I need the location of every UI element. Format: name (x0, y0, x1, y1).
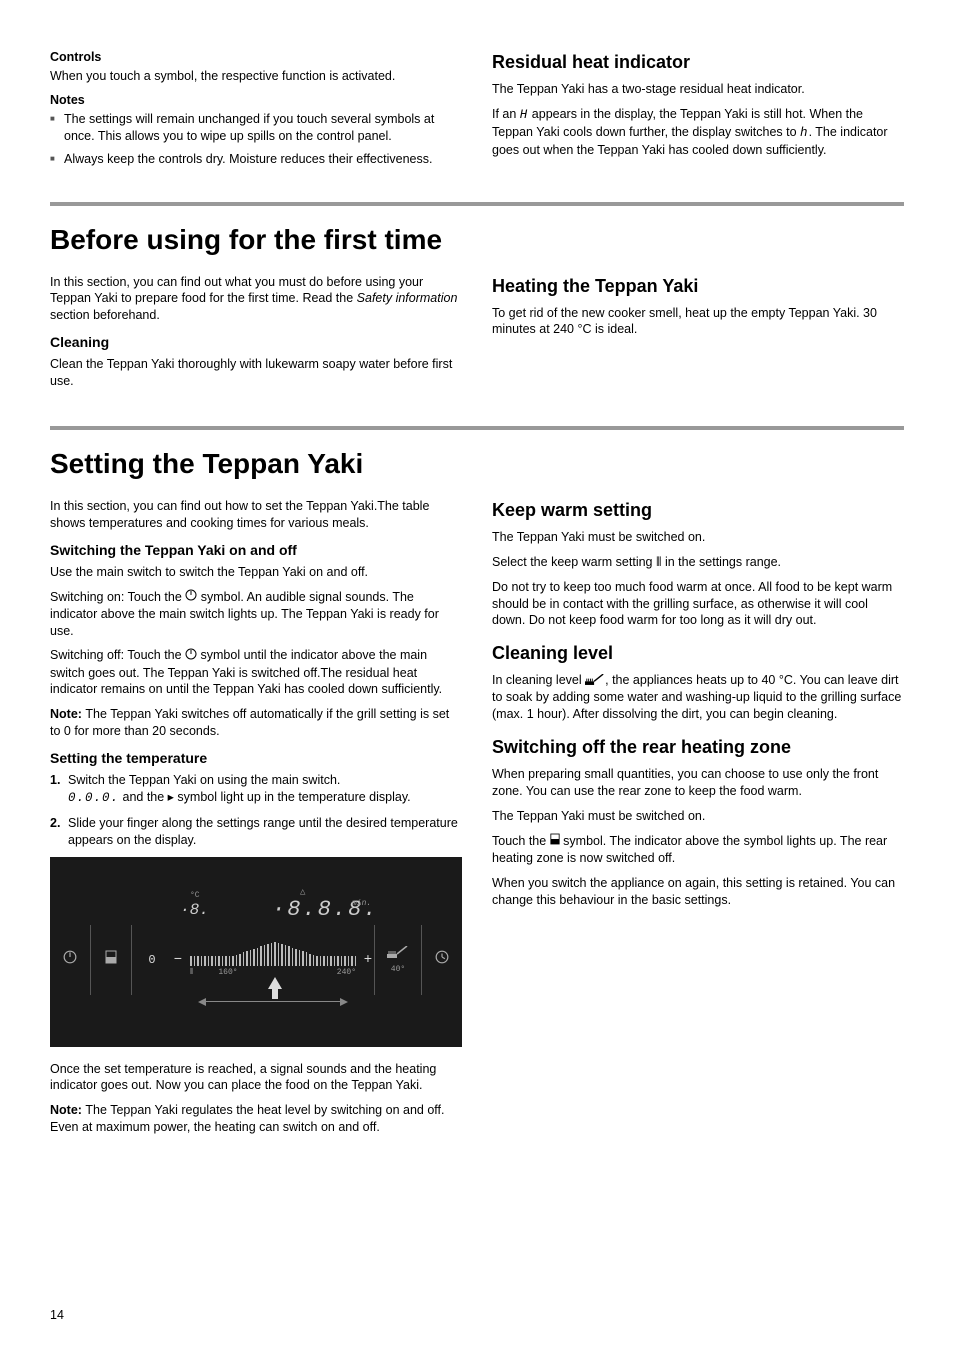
zone-icon (550, 833, 560, 850)
setting-intro: In this section, you can find out how to… (50, 498, 462, 532)
plus-label: + (362, 952, 374, 968)
setting-left-col: In this section, you can find out how to… (50, 498, 462, 1144)
temperature-steps: Switch the Teppan Yaki on using the main… (50, 772, 462, 849)
list-item: Slide your finger along the settings ran… (50, 815, 462, 849)
before-left-col: In this section, you can find out what y… (50, 274, 462, 398)
cleaning-icon: 40° (375, 946, 421, 974)
rear-p1: When preparing small quantities, you can… (492, 766, 904, 800)
scale-low-label: 160° (218, 968, 237, 977)
minus-label: − (172, 952, 184, 968)
heating-heading: Heating the Teppan Yaki (492, 276, 904, 297)
control-panel-illustration: °C ·8. △ ·8.8.8. min. 0 − ⦀ 160° (50, 857, 462, 1047)
cleaning-icon (585, 673, 605, 690)
residual-p2: If an H appears in the display, the Tepp… (492, 106, 904, 159)
residual-heat-heading: Residual heat indicator (492, 52, 904, 73)
before-using-section: In this section, you can find out what y… (50, 274, 904, 398)
section-divider (50, 202, 904, 206)
cleaning-level-heading: Cleaning level (492, 643, 904, 664)
small-h-icon: h (800, 126, 809, 140)
keepwarm-p2: Select the keep warm setting ⦀ in the se… (492, 554, 904, 571)
settings-scale: ⦀ 160° 240° (190, 940, 356, 980)
after-img-text: Once the set temperature is reached, a s… (50, 1061, 462, 1095)
heating-text: To get rid of the new cooker smell, heat… (492, 305, 904, 339)
timer-unit-label: min. (352, 899, 371, 908)
list-item: The settings will remain unchanged if yo… (50, 111, 462, 145)
switch-on-text: Switching on: Touch the symbol. An audib… (50, 589, 462, 640)
list-item: Always keep the controls dry. Moisture r… (50, 151, 462, 168)
keepwarm-heading: Keep warm setting (492, 500, 904, 521)
power-icon (185, 648, 197, 665)
keepwarm-p1: The Teppan Yaki must be switched on. (492, 529, 904, 546)
segment-display-icon: 0.0.0. (68, 791, 119, 805)
rear-zone-heading: Switching off the rear heating zone (492, 737, 904, 758)
zero-label: 0 (132, 953, 172, 967)
temp-display: ·8. (180, 901, 209, 919)
cleaning-text: Clean the Teppan Yaki thoroughly with lu… (50, 356, 462, 390)
rear-p3: Touch the symbol. The indicator above th… (492, 833, 904, 867)
top-left-col: Controls When you touch a symbol, the re… (50, 50, 462, 174)
switching-heading: Switching the Teppan Yaki on and off (50, 542, 462, 558)
residual-p1: The Teppan Yaki has a two-stage residual… (492, 81, 904, 98)
page-number: 14 (50, 1308, 64, 1322)
rear-p4: When you switch the appliance on again, … (492, 875, 904, 909)
before-intro: In this section, you can find out what y… (50, 274, 462, 325)
zone-icon (91, 950, 131, 969)
scale-high-label: 240° (337, 968, 356, 977)
clean-temp-label: 40° (375, 965, 421, 974)
setting-section: In this section, you can find out how to… (50, 498, 904, 1144)
keepwarm-p3: Do not try to keep too much food warm at… (492, 579, 904, 630)
cleaning-heading: Cleaning (50, 334, 462, 350)
notes-list: The settings will remain unchanged if yo… (50, 111, 462, 168)
up-arrow-icon (266, 977, 284, 1004)
list-item: Switch the Teppan Yaki on using the main… (50, 772, 462, 807)
power-icon (185, 589, 197, 606)
switch-note: Note: The Teppan Yaki switches off autom… (50, 706, 462, 740)
keep-warm-icon: ⦀ (190, 968, 194, 977)
temp-unit-label: °C (190, 891, 200, 900)
switch-off-text: Switching off: Touch the symbol until th… (50, 647, 462, 698)
switch-p1: Use the main switch to switch the Teppan… (50, 564, 462, 581)
cleaning-level-text: In cleaning level , the appliances heats… (492, 672, 904, 723)
controls-heading: Controls (50, 50, 462, 64)
before-using-title: Before using for the first time (50, 224, 904, 256)
before-right-col: Heating the Teppan Yaki To get rid of th… (492, 274, 904, 398)
temp-note: Note: The Teppan Yaki regulates the heat… (50, 1102, 462, 1136)
temperature-heading: Setting the temperature (50, 750, 462, 766)
top-right-col: Residual heat indicator The Teppan Yaki … (492, 50, 904, 174)
setting-right-col: Keep warm setting The Teppan Yaki must b… (492, 498, 904, 1144)
clock-icon (422, 950, 462, 969)
section-divider (50, 426, 904, 430)
top-section: Controls When you touch a symbol, the re… (50, 50, 904, 174)
rear-p2: The Teppan Yaki must be switched on. (492, 808, 904, 825)
power-icon (50, 950, 90, 969)
setting-title: Setting the Teppan Yaki (50, 448, 904, 480)
controls-text: When you touch a symbol, the respective … (50, 68, 462, 85)
bell-icon: △ (300, 887, 305, 897)
notes-heading: Notes (50, 93, 462, 107)
